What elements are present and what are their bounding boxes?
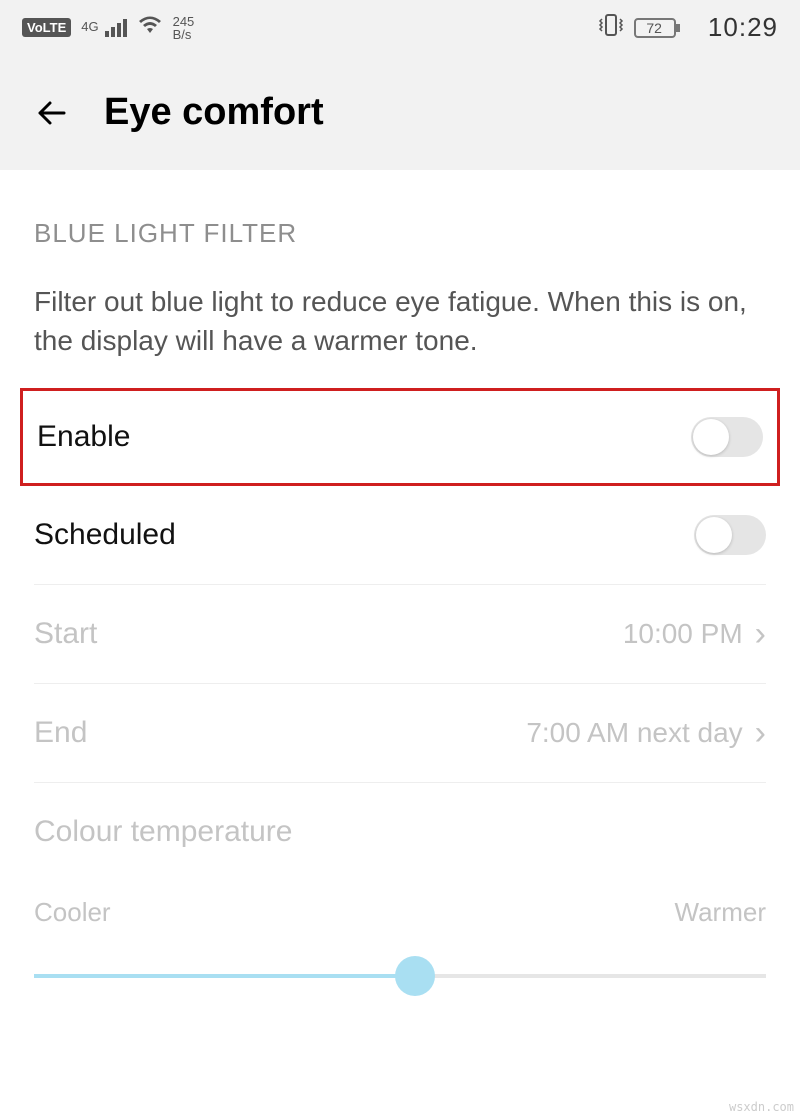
content: BLUE LIGHT FILTER Filter out blue light …: [0, 170, 800, 996]
slider-labels: Cooler Warmer: [34, 897, 766, 928]
section-heading: BLUE LIGHT FILTER: [0, 170, 800, 253]
page-title: Eye comfort: [104, 91, 324, 134]
network-gen-label: 4G: [81, 19, 98, 34]
network-speed: 245 B/s: [173, 15, 195, 41]
end-value: 7:00 AM next day: [526, 717, 742, 749]
chevron-right-icon: ›: [755, 716, 766, 750]
app-bar: Eye comfort: [0, 55, 800, 170]
row-end[interactable]: End 7:00 AM next day ›: [0, 684, 800, 782]
enable-label: Enable: [37, 420, 130, 454]
battery-percent: 72: [646, 20, 662, 36]
enable-toggle[interactable]: [691, 417, 763, 457]
watermark: wsxdn.com: [729, 1100, 794, 1114]
slider-label-warmer: Warmer: [675, 897, 766, 928]
colour-temperature-title: Colour temperature: [34, 815, 766, 849]
back-button[interactable]: [30, 91, 74, 135]
start-label: Start: [34, 617, 97, 651]
status-left: VoLTE 4G 245 B/s: [22, 15, 194, 41]
slider-fill: [34, 974, 415, 978]
row-start[interactable]: Start 10:00 PM ›: [0, 585, 800, 683]
scheduled-label: Scheduled: [34, 518, 176, 552]
slider-thumb[interactable]: [395, 956, 435, 996]
signal-bars-icon: [105, 19, 127, 37]
speed-value: 245: [173, 15, 195, 28]
status-right: 72 10:29: [598, 12, 778, 43]
clock: 10:29: [708, 12, 778, 43]
status-bar: VoLTE 4G 245 B/s 72 10:29: [0, 0, 800, 55]
slider-label-cooler: Cooler: [34, 897, 111, 928]
start-value: 10:00 PM: [623, 618, 743, 650]
chevron-right-icon: ›: [755, 617, 766, 651]
wifi-icon: [137, 15, 163, 40]
end-label: End: [34, 716, 87, 750]
arrow-left-icon: [32, 93, 72, 133]
vibrate-icon: [598, 13, 624, 42]
volte-badge: VoLTE: [22, 18, 71, 37]
section-description: Filter out blue light to reduce eye fati…: [0, 253, 800, 388]
row-scheduled[interactable]: Scheduled: [0, 486, 800, 584]
battery-indicator: 72: [634, 16, 698, 40]
signal-4g: 4G: [81, 19, 126, 37]
colour-temperature-slider[interactable]: [34, 956, 766, 996]
row-enable[interactable]: Enable: [20, 388, 780, 486]
scheduled-toggle[interactable]: [694, 515, 766, 555]
speed-unit: B/s: [173, 28, 195, 41]
colour-temperature-section: Colour temperature Cooler Warmer: [0, 783, 800, 996]
